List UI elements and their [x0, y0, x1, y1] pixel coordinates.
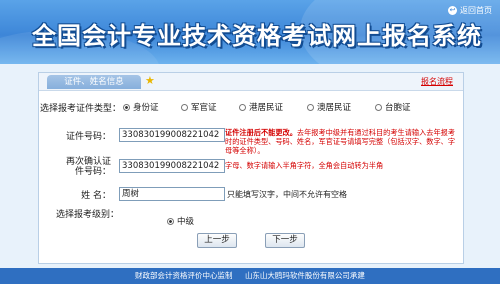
radio-indicator	[123, 103, 130, 111]
radio-id-card[interactable]: 身份证	[123, 101, 159, 113]
header-banner: 全国会计专业技术资格考试网上报名系统 ↩ 返回首页	[0, 0, 500, 64]
radio-indicator	[167, 217, 174, 225]
radio-hk-resident-id[interactable]: 港居民证	[239, 101, 283, 113]
id-confirm-label: 再次确认证件号码：	[65, 157, 111, 177]
id-type-label: 选择报考证件类型：	[39, 104, 121, 114]
id-number-note: 证件注册后不能更改。去年报考中级并有通过科目的考生请输入去年报考时的证件类型、号…	[225, 128, 457, 155]
star-icon: ★	[145, 74, 155, 87]
half-width-note: 字母、数字请输入半角字符，全角会自动转为半角	[225, 161, 384, 170]
tab-id-name-info[interactable]: 证件、姓名信息	[47, 75, 141, 89]
id-number-label: 证件号码：	[65, 132, 111, 142]
radio-taiwan-compatriot-id[interactable]: 台胞证	[375, 101, 411, 113]
tab-bar: 证件、姓名信息 ★ 报名流程	[39, 73, 463, 91]
system-title: 全国会计专业技术资格考试网上报名系统	[32, 21, 482, 50]
back-home-label: 返回首页	[460, 6, 492, 15]
footer: 财政部会计资格评价中心监制 山东山大鸥玛软件股份有限公司承建	[0, 268, 500, 284]
next-step-button[interactable]: 下一步	[265, 233, 305, 248]
name-note: 只能填写汉字，中间不允许有空格	[227, 190, 347, 199]
footer-builder: 山东山大鸥玛软件股份有限公司承建	[244, 271, 365, 280]
registration-process-link[interactable]: 报名流程	[421, 76, 453, 87]
radio-indicator	[181, 103, 188, 111]
prev-step-button[interactable]: 上一步	[197, 233, 237, 248]
name-input[interactable]: 周树	[119, 187, 225, 201]
back-home-link[interactable]: ↩ 返回首页	[448, 5, 492, 16]
radio-macau-resident-id[interactable]: 澳居民证	[307, 101, 351, 113]
radio-intermediate-level[interactable]: 中级	[167, 215, 194, 227]
radio-indicator	[307, 103, 314, 111]
name-label: 姓 名：	[81, 191, 111, 201]
footer-supervisor: 财政部会计资格评价中心监制	[135, 271, 233, 280]
form-panel: 证件、姓名信息 ★ 报名流程 选择报考证件类型： 身份证 军官证 港居民证 澳居…	[38, 72, 464, 264]
id-number-warning: 证件注册后不能更改。	[225, 128, 297, 137]
radio-indicator	[239, 103, 246, 111]
id-confirm-input[interactable]: 330830199008221042	[119, 159, 225, 173]
radio-indicator	[375, 103, 382, 111]
level-label: 选择报考级别：	[55, 210, 119, 220]
home-icon: ↩	[448, 6, 457, 15]
radio-military-id[interactable]: 军官证	[181, 101, 217, 113]
id-number-input[interactable]: 330830199008221042	[119, 128, 225, 142]
